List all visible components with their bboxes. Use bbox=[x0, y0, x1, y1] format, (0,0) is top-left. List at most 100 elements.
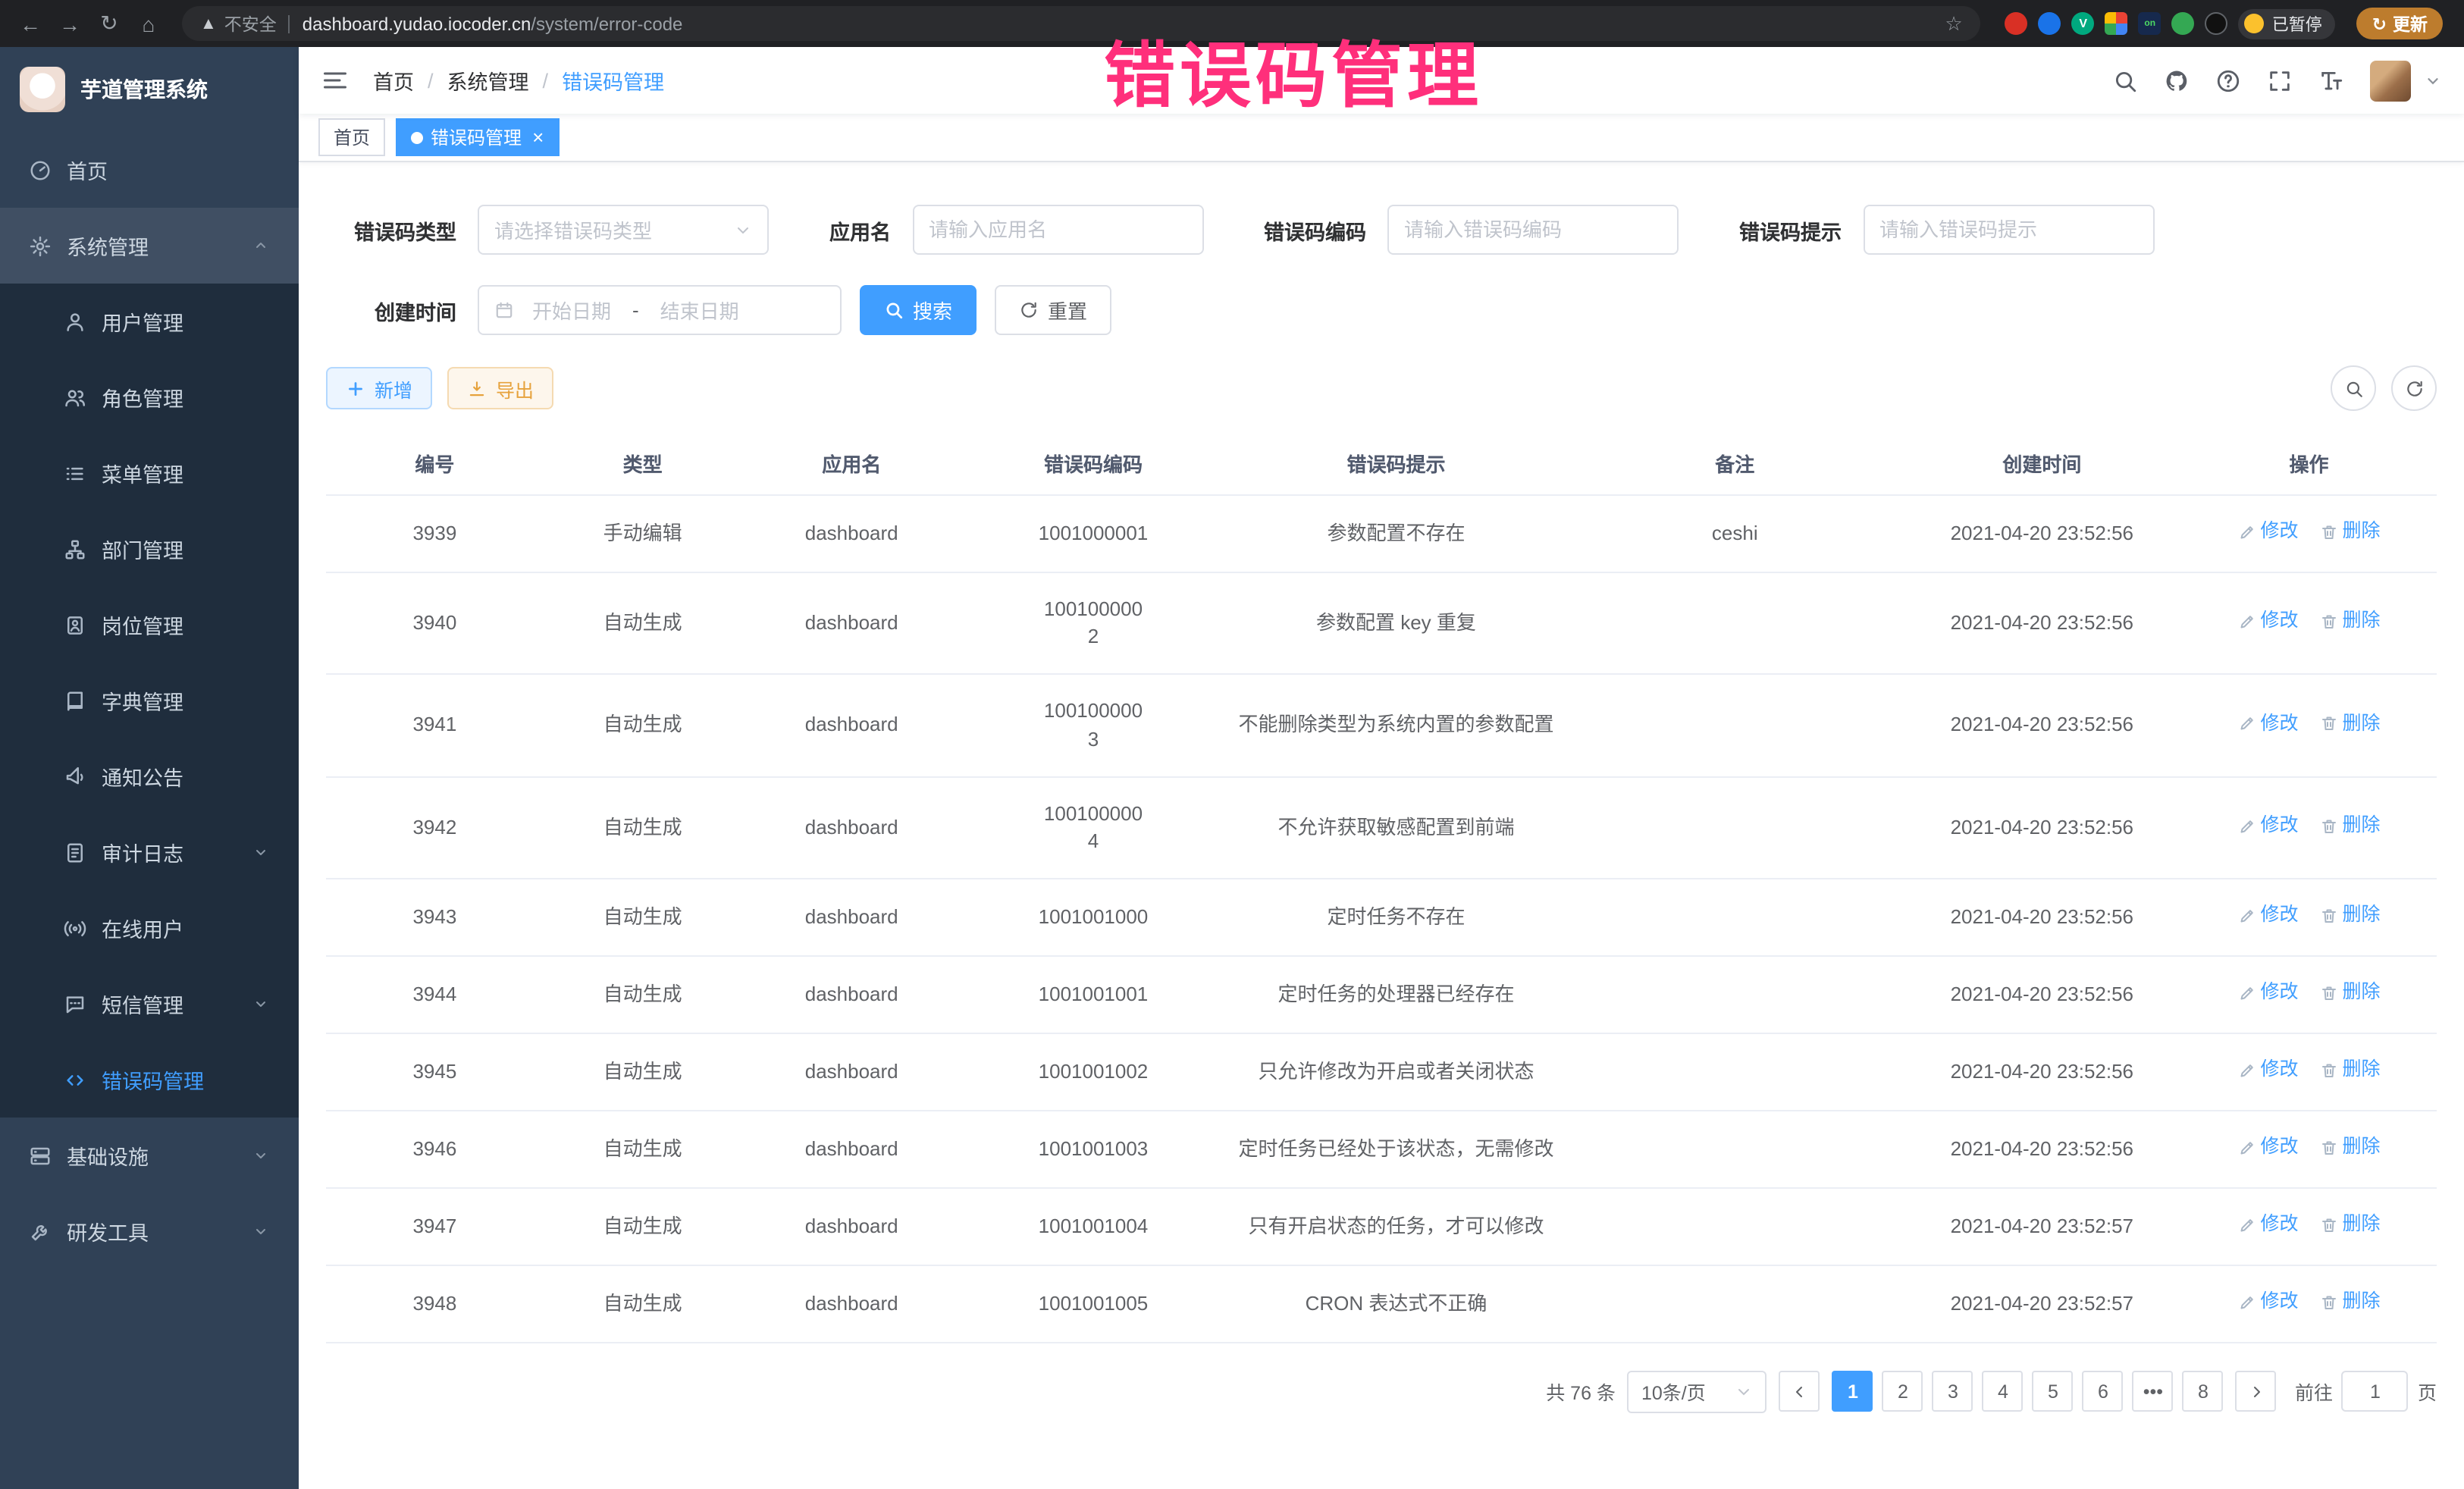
sidebar-item[interactable]: 系统管理 bbox=[0, 208, 299, 284]
prev-page-button[interactable] bbox=[1779, 1371, 1820, 1412]
toggle-search-button[interactable] bbox=[2331, 365, 2376, 411]
green-v-extension-icon[interactable]: V bbox=[2072, 12, 2095, 35]
help-icon[interactable] bbox=[2215, 67, 2241, 93]
page-button[interactable]: 4 bbox=[1983, 1371, 2024, 1412]
tag-active[interactable]: 错误码管理× bbox=[396, 118, 559, 156]
sidebar-item[interactable]: 短信管理 bbox=[0, 966, 299, 1042]
pages-ellipsis[interactable]: ••• bbox=[2133, 1371, 2174, 1412]
app-name-label: 应用名 bbox=[829, 215, 891, 245]
reload-icon[interactable]: ↻ bbox=[91, 5, 127, 42]
delete-link[interactable]: 删除 bbox=[2320, 519, 2381, 545]
font-size-icon[interactable] bbox=[2318, 67, 2344, 93]
github-icon[interactable] bbox=[2164, 67, 2190, 93]
delete-link[interactable]: 删除 bbox=[2320, 1212, 2381, 1238]
sidebar-item[interactable]: 通知公告 bbox=[0, 738, 299, 814]
sidebar-item[interactable]: 基础设施 bbox=[0, 1118, 299, 1193]
red-extension-icon[interactable] bbox=[2005, 12, 2028, 35]
hamburger-icon[interactable] bbox=[321, 67, 349, 94]
forward-icon[interactable]: → bbox=[52, 5, 88, 42]
sidebar-item[interactable]: 在线用户 bbox=[0, 890, 299, 966]
delete-link[interactable]: 删除 bbox=[2320, 813, 2381, 839]
download-icon bbox=[467, 378, 487, 398]
sidebar-item[interactable]: 部门管理 bbox=[0, 511, 299, 587]
sidebar-item[interactable]: 角色管理 bbox=[0, 359, 299, 435]
avatar[interactable] bbox=[2370, 60, 2411, 101]
delete-link[interactable]: 删除 bbox=[2320, 710, 2381, 737]
delete-link[interactable]: 删除 bbox=[2320, 608, 2381, 635]
date-range-picker[interactable]: 开始日期 - 结束日期 bbox=[478, 285, 842, 335]
edit-link[interactable]: 修改 bbox=[2238, 1057, 2299, 1083]
calendar-icon bbox=[494, 300, 514, 320]
fullscreen-icon[interactable] bbox=[2267, 67, 2293, 93]
page-size-select[interactable]: 10条/页 bbox=[1628, 1370, 1767, 1412]
page-button[interactable]: 6 bbox=[2083, 1371, 2124, 1412]
goto-page-input[interactable] bbox=[2342, 1371, 2409, 1412]
edit-link[interactable]: 修改 bbox=[2238, 608, 2299, 635]
paw-extension-icon[interactable] bbox=[2205, 12, 2228, 35]
edit-icon bbox=[2238, 523, 2256, 541]
reset-button[interactable]: 重置 bbox=[995, 285, 1111, 335]
page-button[interactable]: 2 bbox=[1882, 1371, 1923, 1412]
sidebar-item-active[interactable]: 错误码管理 bbox=[0, 1042, 299, 1118]
chevron-down-icon[interactable] bbox=[2425, 72, 2441, 89]
home-icon[interactable]: ⌂ bbox=[130, 5, 167, 42]
delete-link[interactable]: 删除 bbox=[2320, 980, 2381, 1006]
org-icon bbox=[64, 538, 86, 560]
leaf-extension-icon[interactable] bbox=[2172, 12, 2195, 35]
edit-label: 修改 bbox=[2261, 519, 2299, 545]
edit-link[interactable]: 修改 bbox=[2238, 902, 2299, 929]
tag-item[interactable]: 首页 bbox=[318, 118, 385, 156]
paused-badge[interactable]: 已暂停 bbox=[2239, 8, 2336, 39]
refresh-icon bbox=[1019, 300, 1039, 320]
delete-link[interactable]: 删除 bbox=[2320, 902, 2381, 929]
refresh-table-button[interactable] bbox=[2391, 365, 2437, 411]
sidebar-item[interactable]: 研发工具 bbox=[0, 1193, 299, 1269]
edit-link[interactable]: 修改 bbox=[2238, 1289, 2299, 1315]
table-toolbar: 新增 导出 bbox=[326, 365, 2437, 411]
error-hint-input[interactable] bbox=[1863, 205, 2154, 255]
grid-extension-icon[interactable] bbox=[2105, 12, 2128, 35]
cell-app-name: dashboard bbox=[741, 495, 961, 572]
edit-link[interactable]: 修改 bbox=[2238, 1212, 2299, 1238]
edit-link[interactable]: 修改 bbox=[2238, 1134, 2299, 1161]
page-button[interactable]: 5 bbox=[2033, 1371, 2074, 1412]
bookmark-star-icon[interactable]: ☆ bbox=[1945, 11, 1962, 36]
edit-link[interactable]: 修改 bbox=[2238, 813, 2299, 839]
sidebar-item[interactable]: 用户管理 bbox=[0, 284, 299, 359]
delete-link[interactable]: 删除 bbox=[2320, 1134, 2381, 1161]
edit-link[interactable]: 修改 bbox=[2238, 710, 2299, 737]
page-button[interactable]: 3 bbox=[1933, 1371, 1973, 1412]
blue-extension-icon[interactable] bbox=[2039, 12, 2061, 35]
sidebar-item[interactable]: 菜单管理 bbox=[0, 435, 299, 511]
badge-extension-icon[interactable]: on bbox=[2139, 12, 2161, 35]
edit-link[interactable]: 修改 bbox=[2238, 519, 2299, 545]
edit-link[interactable]: 修改 bbox=[2238, 980, 2299, 1006]
error-code-input[interactable] bbox=[1387, 205, 1679, 255]
search-icon[interactable] bbox=[2112, 67, 2138, 93]
export-button[interactable]: 导出 bbox=[447, 367, 553, 409]
next-page-button[interactable] bbox=[2236, 1371, 2277, 1412]
breadcrumb-item[interactable]: 系统管理 bbox=[447, 65, 529, 96]
delete-link[interactable]: 删除 bbox=[2320, 1057, 2381, 1083]
app-name-input[interactable] bbox=[912, 205, 1203, 255]
sidebar-item[interactable]: 岗位管理 bbox=[0, 587, 299, 663]
sidebar-submenu: 用户管理角色管理菜单管理部门管理岗位管理字典管理通知公告审计日志在线用户短信管理… bbox=[0, 284, 299, 1118]
back-icon[interactable]: ← bbox=[12, 5, 49, 42]
delete-link[interactable]: 删除 bbox=[2320, 1289, 2381, 1315]
breadcrumb-item[interactable]: 首页 bbox=[373, 65, 414, 96]
page-button[interactable]: 8 bbox=[2183, 1371, 2224, 1412]
sidebar-item[interactable]: 审计日志 bbox=[0, 814, 299, 890]
cell-id: 3945 bbox=[326, 1033, 544, 1111]
search-button[interactable]: 搜索 bbox=[860, 285, 977, 335]
cell-type: 自动生成 bbox=[544, 1111, 742, 1188]
sidebar-item[interactable]: 字典管理 bbox=[0, 663, 299, 738]
app-logo[interactable]: 芋道管理系统 bbox=[0, 47, 299, 132]
tag-close-icon[interactable]: × bbox=[532, 127, 544, 147]
sidebar-item[interactable]: 首页 bbox=[0, 132, 299, 208]
error-type-select[interactable]: 请选择错误码类型 bbox=[478, 205, 769, 255]
page-button[interactable]: 1 bbox=[1832, 1371, 1873, 1412]
update-button[interactable]: ↻ 更新 bbox=[2357, 8, 2443, 39]
add-button[interactable]: 新增 bbox=[326, 367, 432, 409]
address-bar[interactable]: ▲ 不安全 dashboard.yudao.iocoder.cn/system/… bbox=[182, 6, 1981, 41]
cell-id: 3946 bbox=[326, 1111, 544, 1188]
